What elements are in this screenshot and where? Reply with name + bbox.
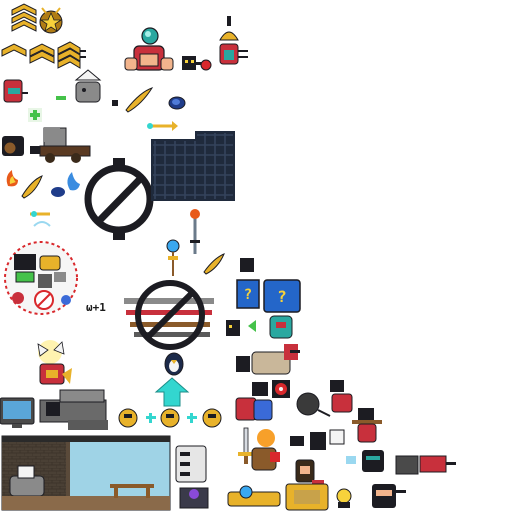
- red-mage-sprite: [235, 397, 273, 421]
- unit-label: ω+1: [86, 301, 106, 314]
- cutscene-image: [1, 435, 171, 511]
- blue-orb-icon: [168, 96, 186, 110]
- up-arrow-icon: [154, 377, 190, 407]
- rank-chevron-small-icon: [1, 41, 86, 69]
- blue-gem-bar-icon: [227, 485, 281, 507]
- blue-flame-icon: [51, 172, 80, 197]
- team-row-sprite: [118, 408, 222, 428]
- weapons-no-entry-icon: [124, 280, 214, 350]
- penguin-sprite: [164, 352, 184, 376]
- treasure-chest-icon: [285, 483, 329, 511]
- gold-feather-icon: [112, 87, 154, 113]
- no-entry-icon: [84, 158, 154, 240]
- chef-sprite: [56, 69, 102, 103]
- skill-dial-icon: [4, 241, 78, 315]
- svg-text:?: ?: [244, 287, 252, 303]
- target-icon: [252, 380, 290, 398]
- orb-staff-icon: [166, 239, 180, 276]
- gray-hero-sprite: [44, 128, 60, 142]
- yellow-chick-sprite: [336, 488, 352, 508]
- star-medal-icon: [39, 7, 63, 34]
- boss-sprite: [372, 484, 406, 508]
- sprite-atlas: ? ?: [0, 3, 456, 511]
- sparkle-hero-sprite: [37, 340, 72, 385]
- svg-text:?: ?: [277, 287, 287, 306]
- green-plus-icon: [28, 108, 42, 122]
- bull-rider-sprite: [236, 344, 300, 375]
- cowboy-sprite: [352, 408, 382, 443]
- rank-chevron-icon: [11, 3, 37, 32]
- lantern-hero-sprite: [251, 429, 280, 471]
- gold-bell-sprite: [219, 16, 248, 65]
- war-wagon-sprite: [39, 389, 108, 430]
- stat-list-icon: [175, 445, 207, 483]
- ornate-panel-icon: [151, 131, 235, 201]
- orb-hero-sprite: [124, 27, 174, 71]
- gold-feather-small-icon: [203, 253, 225, 275]
- dark-cat-sprite: [182, 56, 212, 71]
- bomb-icon: [296, 380, 353, 417]
- question-crate-icon: ? ?: [236, 258, 301, 313]
- fire-icon: [6, 170, 19, 187]
- gold-arrow-icon: [147, 121, 178, 131]
- flaming-sword-icon: [190, 209, 200, 254]
- feather-scroll-icon: [21, 175, 51, 227]
- dark-scout-sprite: [226, 315, 293, 339]
- red-ninja-sprite: [3, 79, 28, 103]
- purple-gem-frame-icon: [179, 487, 209, 509]
- monitor-icon: [0, 397, 35, 428]
